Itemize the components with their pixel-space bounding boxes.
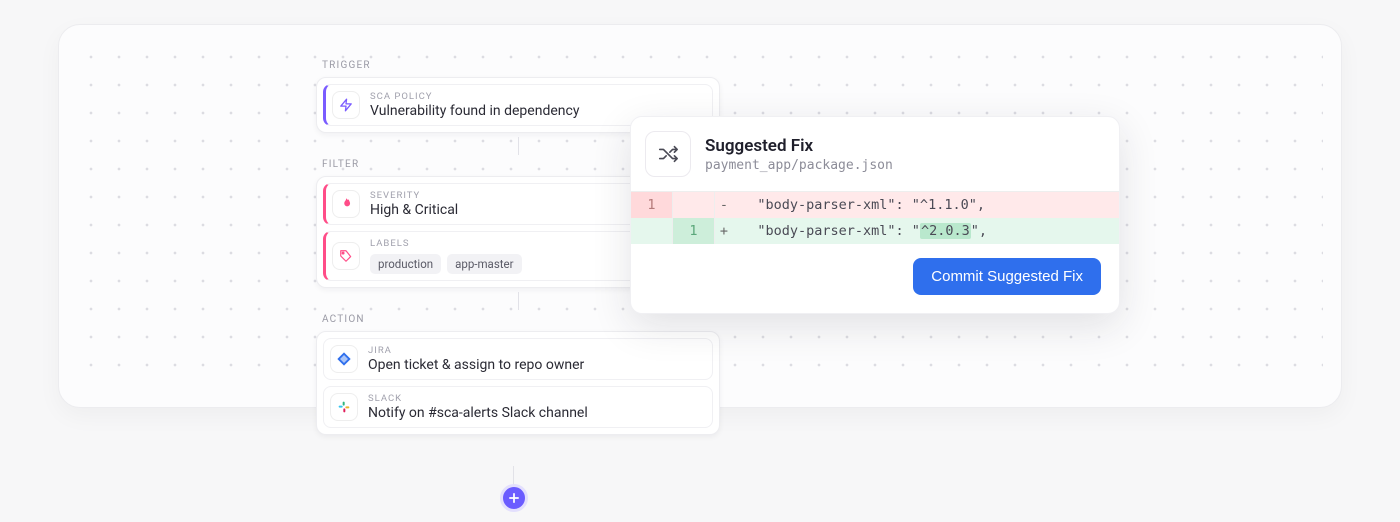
diff-view: 1 - "body-parser-xml": "^1.1.0", 1 + "bo… xyxy=(631,191,1119,244)
flame-icon xyxy=(332,190,360,218)
jira-icon xyxy=(330,345,358,373)
line-number-new: 1 xyxy=(673,218,715,244)
tag-icon xyxy=(332,242,360,270)
popup-title: Suggested Fix xyxy=(705,136,893,156)
action-card[interactable]: JIRA Open ticket & assign to repo owner … xyxy=(316,331,720,435)
filter-severity-text: High & Critical xyxy=(370,202,458,218)
section-label-trigger: TRIGGER xyxy=(322,60,720,71)
trigger-text: Vulnerability found in dependency xyxy=(370,103,579,119)
action-jira-text: Open ticket & assign to repo owner xyxy=(368,357,584,373)
action-row-jira[interactable]: JIRA Open ticket & assign to repo owner xyxy=(323,338,713,380)
line-number-old: 1 xyxy=(631,192,673,218)
connector-line xyxy=(518,137,519,155)
popup-file-path: payment_app/package.json xyxy=(705,158,893,173)
section-label-action: ACTION xyxy=(322,314,720,325)
line-number-new xyxy=(673,192,715,218)
slack-icon xyxy=(330,393,358,421)
chip-app-master[interactable]: app-master xyxy=(447,254,521,274)
filter-severity-kicker: SEVERITY xyxy=(370,190,458,201)
trigger-kicker: SCA POLICY xyxy=(370,91,579,102)
diff-added-code: "body-parser-xml": "^2.0.3", xyxy=(733,223,1119,239)
diff-sign-minus: - xyxy=(715,197,733,213)
commit-suggested-fix-button[interactable]: Commit Suggested Fix xyxy=(913,258,1101,295)
filter-labels-chips: production app-master xyxy=(370,254,522,274)
diff-sign-plus: + xyxy=(715,223,733,239)
add-step-button[interactable] xyxy=(500,484,528,512)
action-slack-kicker: SLACK xyxy=(368,393,588,404)
action-row-slack[interactable]: SLACK Notify on #sca-alerts Slack channe… xyxy=(323,386,713,428)
shuffle-icon xyxy=(645,131,691,177)
filter-labels-kicker: LABELS xyxy=(370,238,522,249)
action-slack-text: Notify on #sca-alerts Slack channel xyxy=(368,405,588,421)
chip-production[interactable]: production xyxy=(370,254,441,274)
diff-removed-line: 1 - "body-parser-xml": "^1.1.0", xyxy=(631,192,1119,218)
bolt-icon xyxy=(332,91,360,119)
connector-line xyxy=(513,466,514,486)
diff-added-line: 1 + "body-parser-xml": "^2.0.3", xyxy=(631,218,1119,244)
action-jira-kicker: JIRA xyxy=(368,345,584,356)
suggested-fix-popup: Suggested Fix payment_app/package.json 1… xyxy=(630,116,1120,314)
connector-line xyxy=(518,292,519,310)
line-number-old xyxy=(631,218,673,244)
diff-removed-code: "body-parser-xml": "^1.1.0", xyxy=(733,197,1119,213)
